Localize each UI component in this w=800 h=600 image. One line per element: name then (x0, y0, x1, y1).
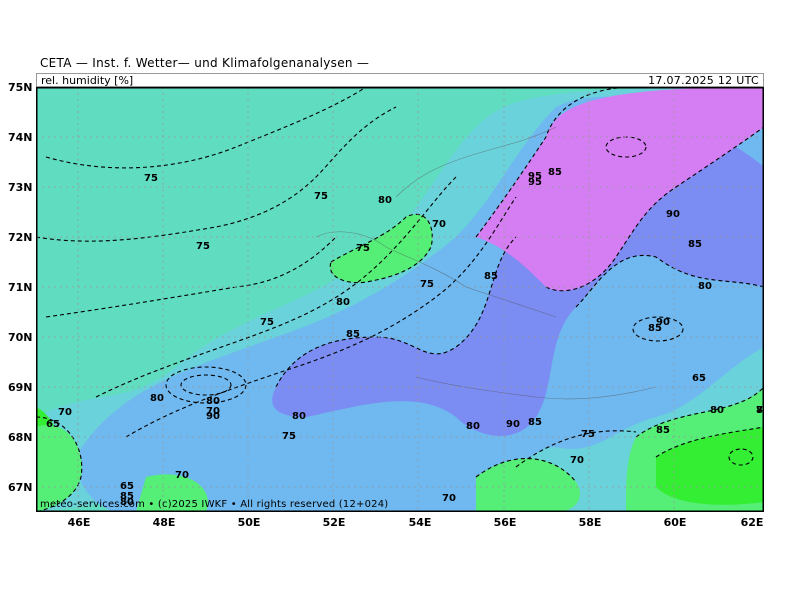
lat-label-74n: 74N (8, 131, 33, 144)
contour-label: 80 (378, 195, 392, 206)
contour-label: 70 (442, 493, 456, 504)
lon-label-46e: 46E (67, 516, 91, 529)
chart-title: CETA — Inst. f. Wetter— und Klimafolgena… (40, 56, 370, 70)
contour-label: 85 (648, 323, 662, 334)
lon-label-60e: 60E (663, 516, 687, 529)
lat-label-67n: 67N (8, 481, 33, 494)
contour-label: 75 (314, 191, 328, 202)
contour-label: 75 (420, 279, 434, 290)
lon-label-56e: 56E (493, 516, 517, 529)
lon-label-52e: 52E (322, 516, 346, 529)
lat-label-69n: 69N (8, 381, 33, 394)
lon-label-62e: 62E (740, 516, 764, 529)
parameter-label: rel. humidity [%] (41, 74, 134, 87)
contour-label: 85 (346, 329, 360, 340)
contour-label: 85 (688, 239, 702, 250)
contour-label: 90 (506, 419, 520, 430)
contour-label: 75 (581, 429, 595, 440)
contour-label: 75 (144, 173, 158, 184)
contour-label: 85 (656, 425, 670, 436)
contour-label: 70 (570, 455, 584, 466)
contour-label: 90 (206, 411, 220, 422)
contour-label: 85 (548, 167, 562, 178)
lat-label-73n: 73N (8, 181, 33, 194)
contour-label: 70 (432, 219, 446, 230)
contour-label: 80 (292, 411, 306, 422)
contour-label: 95 (528, 177, 542, 188)
contour-label: 65 (46, 419, 60, 430)
lat-label-68n: 68N (8, 431, 33, 444)
lat-label-71n: 71N (8, 281, 33, 294)
contour-label: 80 (710, 405, 724, 416)
contour-label: 65 (692, 373, 706, 384)
contour-label: 80 (150, 393, 164, 404)
contour-label: 75 (196, 241, 210, 252)
info-bar: rel. humidity [%] 17.07.2025 12 UTC (36, 73, 764, 87)
lon-label-58e: 58E (578, 516, 602, 529)
contour-label: 80 (466, 421, 480, 432)
valid-time: 17.07.2025 12 UTC (648, 74, 759, 87)
contour-label: 80 (698, 281, 712, 292)
contour-label: 75 (260, 317, 274, 328)
contour-label: 70 (175, 470, 189, 481)
lon-label-48e: 48E (152, 516, 176, 529)
lat-label-70n: 70N (8, 331, 33, 344)
contour-label: 90 (666, 209, 680, 220)
contour-label: 70 (58, 407, 72, 418)
lat-label-72n: 72N (8, 231, 33, 244)
humidity-map: 75 75 75 80 70 75 75 85 95 85 95 90 85 80 90 80 85 75 80 80… (36, 87, 764, 512)
contour-label: 85 (484, 271, 498, 282)
lat-label-75n: 75N (8, 81, 33, 94)
contour-label: 75 (282, 431, 296, 442)
lon-label-54e: 54E (408, 516, 432, 529)
contour-label: 75 (356, 243, 370, 254)
copyright-notice: meteo-services.com • (c)2025 IWKF • All … (40, 499, 389, 510)
lon-label-50e: 50E (237, 516, 261, 529)
contour-label: 85 (528, 417, 542, 428)
contour-label: 80 (336, 297, 350, 308)
